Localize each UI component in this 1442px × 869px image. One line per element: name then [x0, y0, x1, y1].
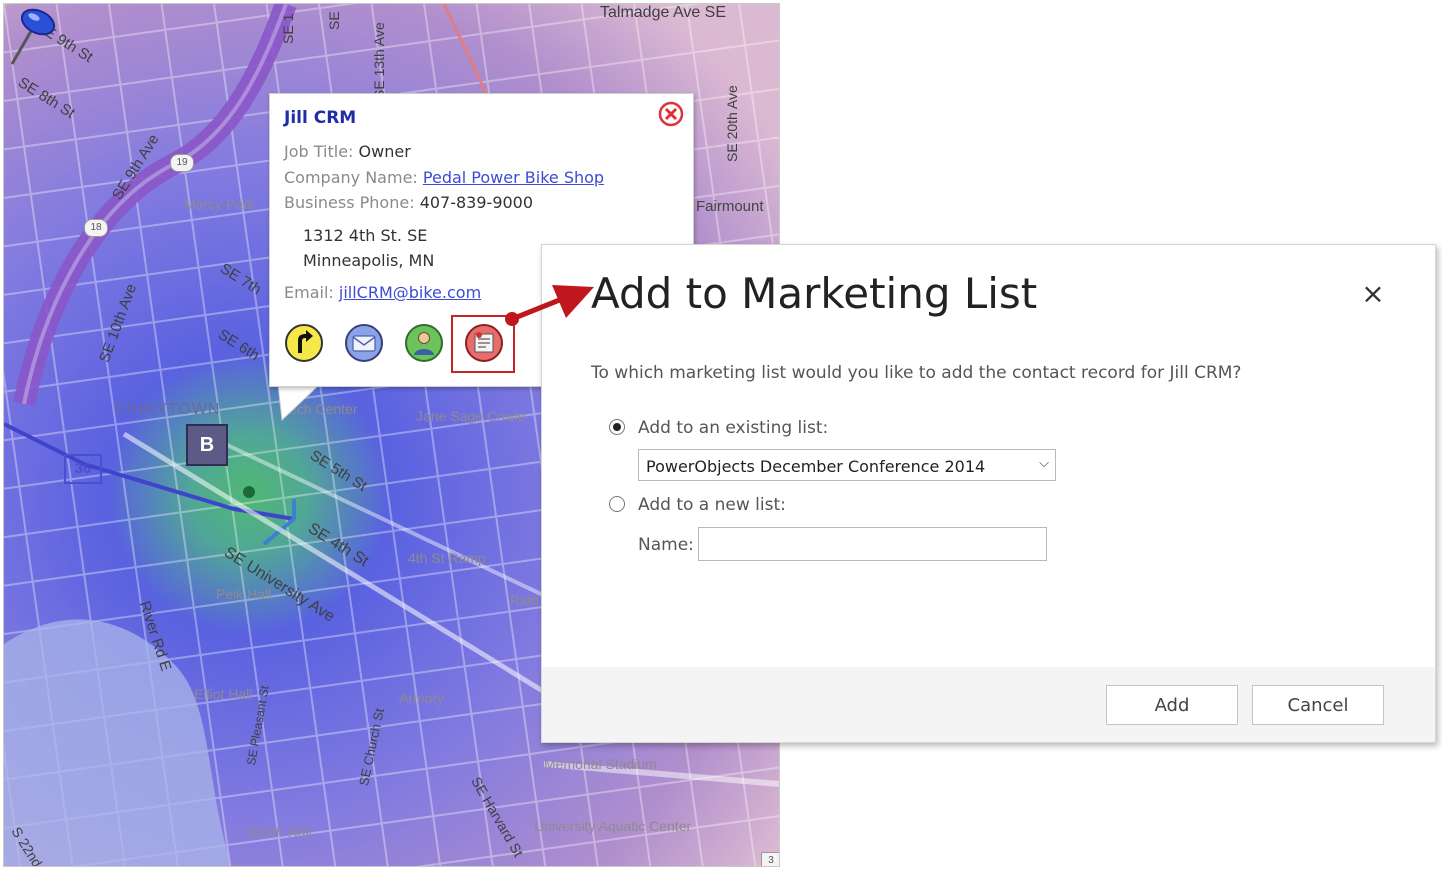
street-label: SE 20th Ave — [724, 85, 740, 162]
list-name-input[interactable] — [698, 527, 1047, 561]
chevron-down-icon: ⌵ — [1039, 456, 1049, 471]
address-line-2: Minneapolis, MN — [303, 251, 435, 270]
contact-name[interactable]: Jill CRM — [284, 108, 356, 128]
place-label: Marcy Park — [184, 196, 255, 212]
place-label: Fairmount — [696, 198, 764, 215]
selected-list-value: PowerObjects December Conference 2014 — [646, 457, 986, 476]
highway-shield: 19 — [170, 154, 194, 172]
add-button[interactable]: Add — [1106, 685, 1238, 725]
popup-pointer — [278, 384, 321, 422]
place-label: Jane Sage Cowle — [416, 408, 526, 424]
email-icon[interactable] — [344, 323, 384, 363]
company-row: Company Name: Pedal Power Bike Shop — [284, 168, 604, 187]
existing-list-radio[interactable] — [609, 419, 625, 435]
place-label: Armory — [399, 690, 445, 706]
street-label: SE 13th Ave — [371, 22, 387, 99]
company-label: Company Name: — [284, 168, 418, 187]
highway-shield: 18 — [84, 219, 108, 237]
cancel-button[interactable]: Cancel — [1252, 685, 1384, 725]
corner-badge: 3 — [761, 852, 779, 866]
company-link[interactable]: Pedal Power Bike Shop — [423, 168, 604, 187]
marketing-list-select[interactable]: PowerObjects December Conference 2014 ⌵ — [638, 449, 1056, 481]
street-label: SE 1 — [280, 13, 296, 44]
place-label: University Aquatic Center — [534, 818, 692, 834]
new-list-label[interactable]: Add to a new list: — [638, 495, 786, 515]
existing-list-label[interactable]: Add to an existing list: — [638, 418, 828, 438]
street-label: Talmadge Ave SE — [600, 4, 727, 21]
place-label: 4th St Ramp — [408, 550, 486, 566]
address-line-1: 1312 4th St. SE — [303, 226, 428, 245]
pushpin-icon[interactable] — [4, 4, 64, 74]
job-title-label: Job Title: — [284, 142, 354, 161]
contact-icon[interactable] — [404, 323, 444, 363]
street-label: SE — [326, 11, 342, 30]
close-icon[interactable] — [658, 101, 684, 127]
add-to-marketing-list-dialog: Add to Marketing List × To which marketi… — [541, 244, 1436, 743]
job-title-row: Job Title: Owner — [284, 142, 411, 161]
job-title-value: Owner — [358, 142, 411, 161]
name-label: Name: — [638, 535, 694, 555]
phone-row: Business Phone: 407-839-9000 — [284, 193, 533, 212]
email-row: Email: jillCRM@bike.com — [284, 283, 481, 302]
email-link[interactable]: jillCRM@bike.com — [339, 283, 481, 302]
new-list-radio[interactable] — [609, 496, 625, 512]
location-marker-b[interactable]: B — [186, 424, 228, 466]
dialog-question: To which marketing list would you like t… — [591, 363, 1242, 383]
close-icon[interactable]: × — [1358, 279, 1388, 309]
phone-value: 407-839-9000 — [419, 193, 534, 212]
email-label: Email: — [284, 283, 334, 302]
place-label: DINKYTOWN — [114, 401, 221, 418]
route-shield: 36 — [64, 454, 102, 484]
place-label: Memorial Stadium — [544, 756, 657, 772]
directions-icon[interactable] — [284, 323, 324, 363]
place-label: Smith Hall — [248, 824, 312, 840]
dialog-title: Add to Marketing List — [591, 269, 1038, 318]
dialog-footer: Add Cancel — [542, 667, 1435, 742]
place-label: Peik Hall — [216, 586, 272, 602]
phone-label: Business Phone: — [284, 193, 415, 212]
highlight-frame — [451, 315, 515, 373]
place-label: Elliot Hall — [194, 686, 253, 702]
